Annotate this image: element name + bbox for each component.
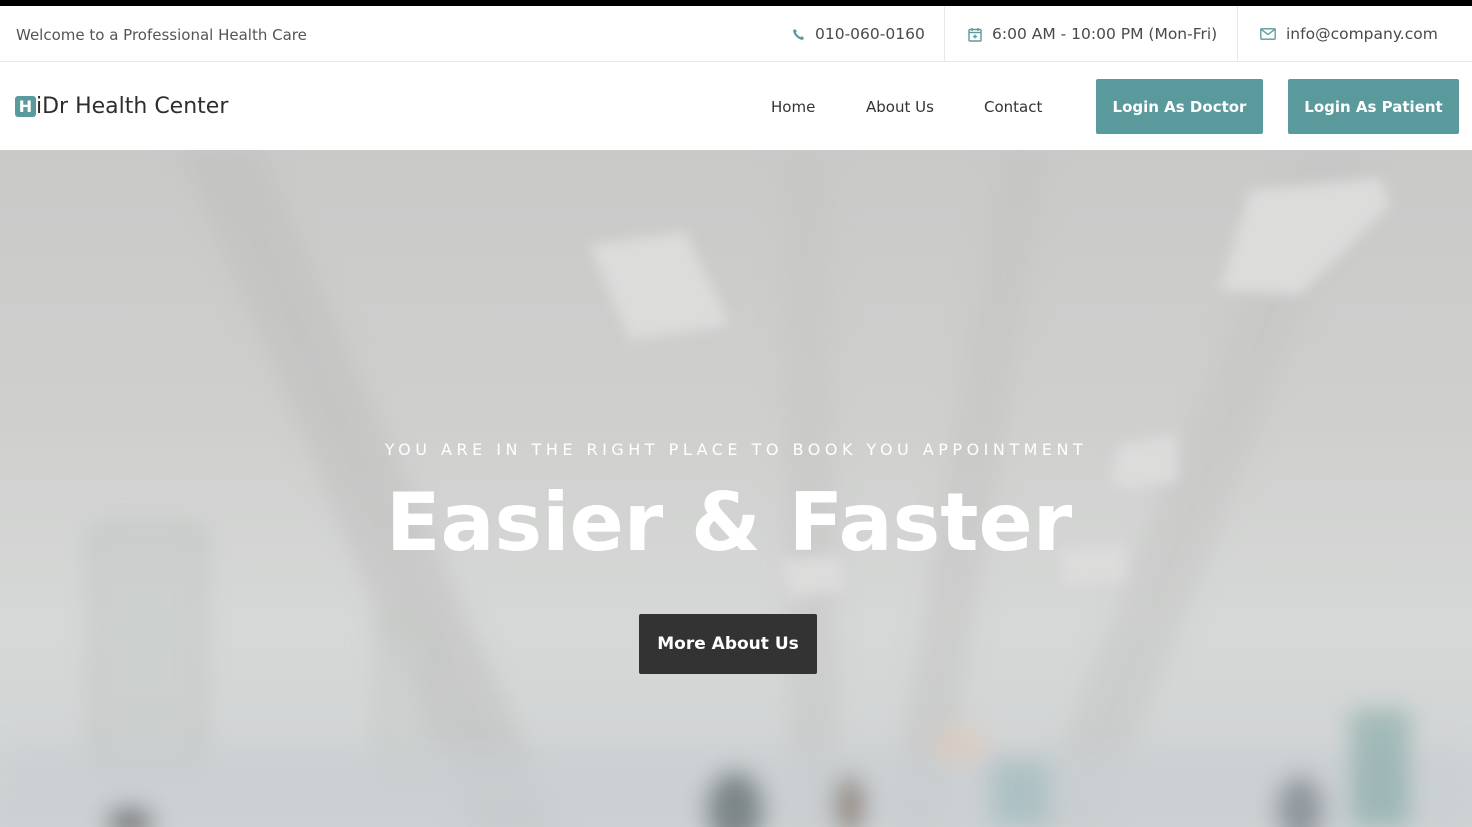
hours-info: 6:00 AM - 10:00 PM (Mon-Fri)	[968, 6, 1217, 62]
phone-info[interactable]: 010-060-0160	[792, 6, 925, 62]
email-address: info@company.com	[1286, 25, 1438, 43]
nav-about-link[interactable]: About Us	[866, 62, 934, 150]
info-divider	[1237, 6, 1238, 62]
login-doctor-button[interactable]: Login As Doctor	[1096, 79, 1263, 134]
email-info[interactable]: info@company.com	[1260, 6, 1438, 62]
main-navbar: H iDr Health Center Home About Us Contac…	[0, 62, 1472, 150]
nav-contact-link[interactable]: Contact	[984, 62, 1042, 150]
welcome-text: Welcome to a Professional Health Care	[16, 26, 307, 44]
nav-home-link[interactable]: Home	[771, 62, 815, 150]
calendar-icon	[968, 27, 982, 42]
hero-title: Easier & Faster	[385, 476, 1073, 569]
phone-icon	[792, 28, 805, 41]
more-about-us-button[interactable]: More About Us	[639, 614, 817, 674]
brand-logo[interactable]: H iDr Health Center	[15, 62, 228, 150]
envelope-icon	[1260, 28, 1276, 40]
hero-subtitle: YOU ARE IN THE RIGHT PLACE TO BOOK YOU A…	[384, 440, 1088, 459]
phone-number: 010-060-0160	[815, 25, 925, 43]
hero-banner: YOU ARE IN THE RIGHT PLACE TO BOOK YOU A…	[0, 150, 1472, 827]
info-divider	[944, 6, 945, 62]
login-patient-button[interactable]: Login As Patient	[1288, 79, 1459, 134]
top-info-bar: Welcome to a Professional Health Care 01…	[0, 6, 1472, 62]
hospital-h-icon: H	[15, 95, 36, 117]
brand-name: iDr Health Center	[36, 93, 229, 119]
hours-text: 6:00 AM - 10:00 PM (Mon-Fri)	[992, 25, 1218, 43]
